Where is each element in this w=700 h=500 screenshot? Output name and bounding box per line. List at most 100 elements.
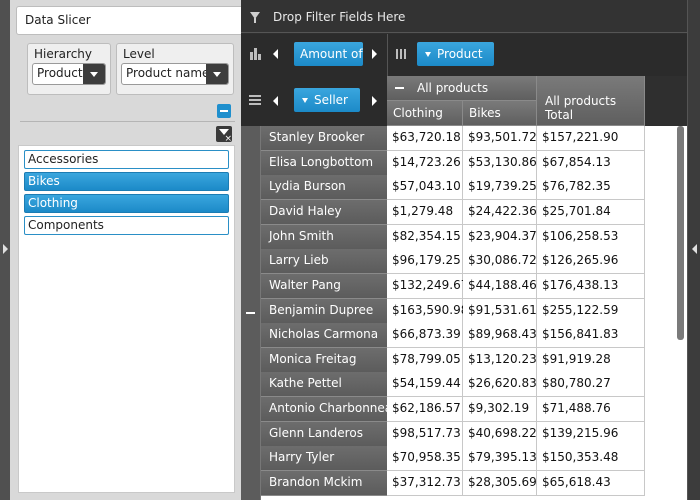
cell-bikes[interactable]: $40,698.22 <box>463 422 537 447</box>
cell-bikes[interactable]: $79,395.13 <box>463 446 537 471</box>
scroll-right-icon[interactable] <box>372 96 377 106</box>
chevron-down-icon[interactable] <box>206 64 228 84</box>
scroll-right-icon[interactable] <box>372 49 377 59</box>
hierarchy-group: Hierarchy Product <box>27 43 111 95</box>
cell-bikes[interactable]: $53,130.86 <box>463 151 537 176</box>
cell-clothing[interactable]: $96,179.25 <box>387 249 463 274</box>
scrollbar-thumb[interactable] <box>677 126 684 340</box>
data-field-chip[interactable]: Amount of sa <box>294 42 363 66</box>
collapse-icon[interactable] <box>395 87 404 89</box>
table-row: Kathe Pettel $54,159.44 $26,620.83 $80,7… <box>241 372 645 397</box>
slicer-item-accessories[interactable]: Accessories <box>24 150 229 169</box>
column-group-header[interactable]: All products <box>387 76 537 101</box>
row-header-seller[interactable]: Glenn Landeros <box>261 422 387 447</box>
table-row: David Haley $1,279.48 $24,422.36 $25,701… <box>241 200 645 225</box>
cell-total[interactable]: $255,122.59 <box>537 299 645 324</box>
cell-clothing[interactable]: $63,720.18 <box>387 126 463 151</box>
cell-clothing[interactable]: $70,958.35 <box>387 446 463 471</box>
row-header-seller[interactable]: Elisa Longbottom <box>261 151 387 176</box>
cell-total[interactable]: $126,265.96 <box>537 249 645 274</box>
left-collapse-handle[interactable] <box>0 0 10 500</box>
cell-clothing[interactable]: $98,517.73 <box>387 422 463 447</box>
row-header-seller[interactable]: David Haley <box>261 200 387 225</box>
column-header-clothing[interactable]: Clothing <box>387 101 463 126</box>
cell-clothing[interactable]: $163,590.98 <box>387 299 468 324</box>
table-row: Glenn Landeros $98,517.73 $40,698.22 $13… <box>241 422 645 447</box>
cell-clothing[interactable]: $82,354.15 <box>387 225 463 250</box>
cell-clothing[interactable]: $62,186.57 <box>387 397 463 422</box>
level-label: Level <box>123 47 155 61</box>
cell-clothing[interactable]: $1,279.48 <box>387 200 463 225</box>
row-header-seller[interactable]: Stanley Brooker <box>261 126 387 151</box>
cell-clothing[interactable]: $57,043.10 <box>387 175 463 200</box>
collapse-settings-button[interactable] <box>217 104 231 118</box>
cell-clothing[interactable]: $66,873.39 <box>387 323 463 348</box>
cell-bikes[interactable]: $30,086.72 <box>463 249 537 274</box>
cell-clothing[interactable]: $78,799.05 <box>387 348 463 373</box>
column-field-chip[interactable]: Product <box>417 42 494 66</box>
hierarchy-select[interactable]: Product <box>32 63 106 85</box>
cell-total[interactable]: $65,618.43 <box>537 471 645 496</box>
row-header-seller[interactable]: Antonio Charbonneau <box>261 397 400 422</box>
table-row: Monica Freitag $78,799.05 $13,120.23 $91… <box>241 348 645 373</box>
clear-filter-icon[interactable] <box>216 126 232 144</box>
chevron-down-icon[interactable] <box>83 64 105 84</box>
cell-total[interactable]: $176,438.13 <box>537 274 645 299</box>
cell-clothing[interactable]: $14,723.26 <box>387 151 463 176</box>
cell-total[interactable]: $156,841.83 <box>537 323 645 348</box>
cell-bikes[interactable]: $91,531.61 <box>463 299 537 324</box>
row-header-seller[interactable]: Brandon Mckim <box>261 471 387 496</box>
cell-total[interactable]: $139,215.96 <box>537 422 645 447</box>
row-header-seller[interactable]: Larry Lieb <box>261 249 387 274</box>
cell-total[interactable]: $150,353.48 <box>537 446 645 471</box>
filter-icon <box>302 97 308 103</box>
column-header-bikes[interactable]: Bikes <box>463 101 537 126</box>
cell-bikes[interactable]: $93,501.72 <box>463 126 537 151</box>
cell-clothing[interactable]: $54,159.44 <box>387 372 463 397</box>
cell-bikes[interactable]: $44,188.46 <box>463 274 537 299</box>
data-slicer-panel: Data Slicer Hierarchy Product Level Prod… <box>10 0 249 500</box>
cell-bikes[interactable]: $24,422.36 <box>463 200 537 225</box>
cell-bikes[interactable]: $28,305.69 <box>463 471 537 496</box>
cell-bikes[interactable]: $89,968.43 <box>463 323 537 348</box>
row-header-seller[interactable]: Benjamin Dupree <box>261 299 387 324</box>
row-header-seller[interactable]: Walter Pang <box>261 274 387 299</box>
cell-bikes[interactable]: $23,904.37 <box>463 225 537 250</box>
scroll-left-icon[interactable] <box>273 49 278 59</box>
cell-bikes[interactable]: $9,302.19 <box>463 397 537 422</box>
row-header-seller[interactable]: Harry Tyler <box>261 446 387 471</box>
row-header-seller[interactable]: John Smith <box>261 225 387 250</box>
cell-clothing[interactable]: $37,312.73 <box>387 471 463 496</box>
slicer-title-field[interactable]: Data Slicer <box>16 6 249 35</box>
filter-drop-zone[interactable]: Drop Filter Fields Here <box>241 0 687 33</box>
cell-bikes[interactable]: $26,620.83 <box>463 372 537 397</box>
cell-total[interactable]: $106,258.53 <box>537 225 645 250</box>
divider <box>20 121 235 122</box>
cell-total[interactable]: $76,782.35 <box>537 175 645 200</box>
cell-total[interactable]: $80,780.27 <box>537 372 645 397</box>
slicer-item-clothing[interactable]: Clothing <box>24 194 229 213</box>
cell-bikes[interactable]: $13,120.23 <box>463 348 537 373</box>
row-header-seller[interactable]: Monica Freitag <box>261 348 387 373</box>
cell-clothing[interactable]: $132,249.67 <box>387 274 468 299</box>
cell-total[interactable]: $25,701.84 <box>537 200 645 225</box>
row-header-seller[interactable]: Lydia Burson <box>261 175 387 200</box>
column-field-label: Product <box>437 47 483 61</box>
scroll-left-icon[interactable] <box>273 96 278 106</box>
column-header-total[interactable]: All products Total <box>537 76 645 126</box>
right-collapse-handle[interactable] <box>687 0 700 500</box>
slicer-item-bikes[interactable]: Bikes <box>24 172 229 191</box>
row-field-label: Seller <box>314 93 348 107</box>
cell-total[interactable]: $71,488.76 <box>537 397 645 422</box>
row-header-seller[interactable]: Kathe Pettel <box>261 372 387 397</box>
vertical-scrollbar[interactable] <box>674 126 687 500</box>
slicer-item-components[interactable]: Components <box>24 216 229 235</box>
table-row: Walter Pang $132,249.67 $44,188.46 $176,… <box>241 274 645 299</box>
row-header-seller[interactable]: Nicholas Carmona <box>261 323 387 348</box>
cell-total[interactable]: $67,854.13 <box>537 151 645 176</box>
cell-total[interactable]: $91,919.28 <box>537 348 645 373</box>
cell-bikes[interactable]: $19,739.25 <box>463 175 537 200</box>
row-field-chip[interactable]: Seller <box>294 88 360 112</box>
cell-total[interactable]: $157,221.90 <box>537 126 645 151</box>
level-select[interactable]: Product name <box>121 63 229 85</box>
